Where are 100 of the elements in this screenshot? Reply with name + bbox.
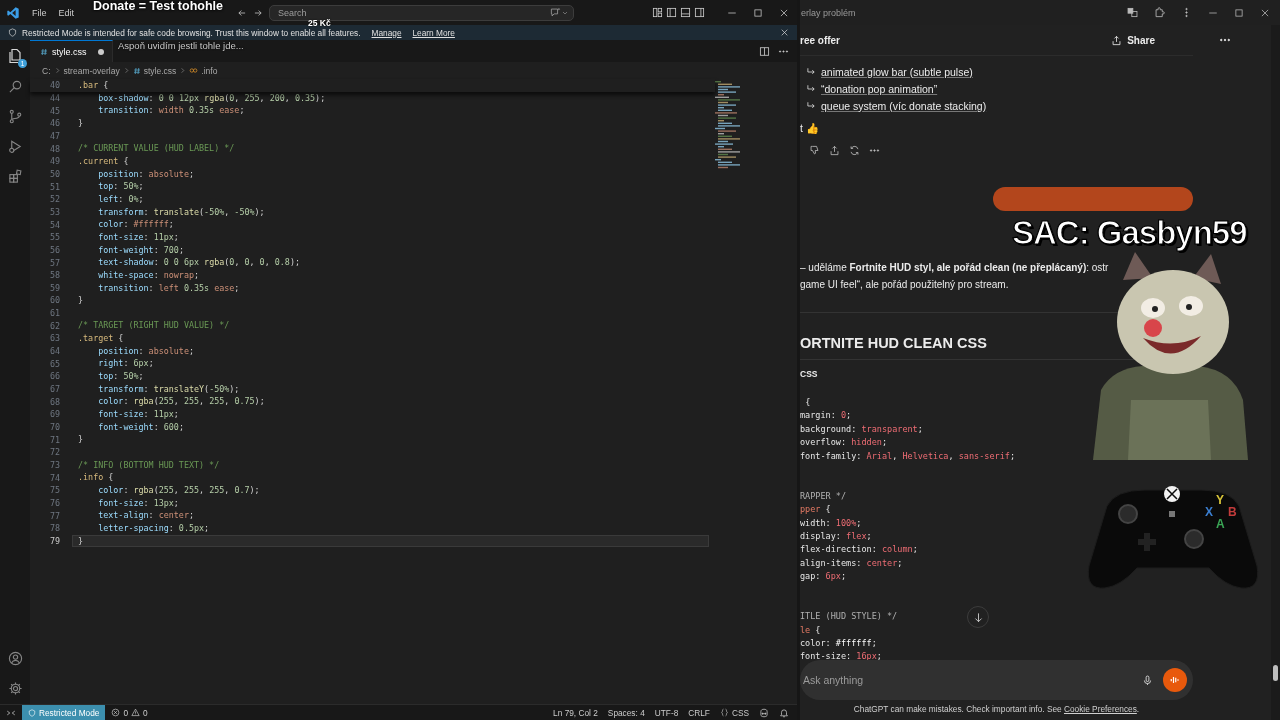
share-icon[interactable]: [829, 145, 840, 156]
menu-item[interactable]: File: [26, 7, 53, 18]
code-line: position: absolute;: [97, 167, 195, 181]
warning-icon: [131, 708, 141, 717]
search-icon[interactable]: [7, 79, 23, 94]
code-line: color: rgba(255, 255, 255, 0.7);: [97, 484, 261, 497]
scrollbar-thumb[interactable]: [1273, 665, 1278, 681]
link[interactable]: “donation pop animation”: [821, 82, 938, 95]
code-line: color: rgba(255, 255, 255, 0.75);: [97, 395, 266, 409]
line-number: 55: [48, 232, 61, 243]
panel-icon[interactable]: [680, 7, 691, 18]
breadcrumb[interactable]: C:: [42, 65, 51, 76]
microphone-icon[interactable]: [1142, 674, 1153, 686]
code-line: font-weight: 700;: [97, 243, 185, 257]
banner-link[interactable]: Learn More: [412, 27, 455, 38]
language-mode-button[interactable]: CSS: [719, 707, 749, 718]
extension-icon[interactable]: [1154, 7, 1165, 18]
line-number: 78: [48, 523, 61, 534]
line-number: 68: [48, 396, 61, 407]
message-paragraph: – uděláme Fortnite HUD styl, ale pořád clean (ne přeplácaný): ostr game UI feel“, ale pořád použitelný pro stream.: [800, 261, 1110, 292]
line-number: 54: [48, 219, 61, 230]
restricted-mode-button[interactable]: Restricted Mode: [22, 705, 106, 720]
code-line: top: 50%;: [97, 180, 145, 193]
cookie-preferences-link[interactable]: Cookie Preferences: [1063, 704, 1137, 714]
code-line: transition: width 0.35s ease;: [97, 104, 246, 117]
code-line: transition: left 0.35s ease;: [97, 281, 241, 295]
split-editor-icon[interactable]: [759, 45, 770, 57]
code-line: overflow: hidden;: [800, 436, 888, 450]
banner-link[interactable]: Manage: [371, 27, 402, 38]
back-arrow-icon[interactable]: [237, 7, 248, 18]
window-title: erlay problém: [801, 7, 856, 18]
code-line: font-size: 11px;: [97, 408, 180, 421]
line-number: 49: [48, 156, 61, 167]
code-line: position: absolute;: [97, 344, 195, 358]
code-language-label: CSS: [800, 368, 819, 380]
problems-button[interactable]: 0 0: [111, 707, 148, 718]
settings-icon[interactable]: [7, 681, 23, 696]
line-number: 63: [48, 333, 61, 344]
code-line: pper {: [800, 503, 831, 517]
input-bar[interactable]: Ask anything: [800, 660, 1193, 700]
code-line: }: [77, 433, 85, 447]
line-number: 53: [48, 206, 61, 217]
menu-item[interactable]: Edit: [52, 7, 81, 18]
code-line: }: [77, 116, 85, 130]
line-number: 52: [48, 194, 61, 205]
close-icon[interactable]: [780, 28, 789, 37]
bell-icon[interactable]: [779, 707, 789, 718]
source-control-icon[interactable]: [7, 109, 23, 124]
shield-icon: [28, 708, 36, 717]
reaction-text: t 👍: [800, 121, 820, 136]
scrollbar[interactable]: [1271, 25, 1280, 720]
primary-sidebar-icon[interactable]: [666, 7, 677, 18]
thumbs-down-icon[interactable]: [809, 145, 820, 156]
maximize-icon[interactable]: [1234, 7, 1244, 18]
code-line: .current {: [77, 154, 130, 168]
message-input[interactable]: Ask anything: [803, 674, 1132, 686]
code-line: /* TARGET (RIGHT HUD VALUE) */: [77, 319, 231, 333]
search-field[interactable]: Search: [278, 7, 551, 18]
editor-tab[interactable]: style.css: [30, 40, 113, 62]
scroll-down-button[interactable]: [967, 606, 989, 628]
code-line: RAPPER */: [800, 489, 847, 503]
code-line: background: transparent;: [800, 422, 923, 436]
link[interactable]: queue system (víc donate stacking): [821, 99, 987, 112]
regenerate-icon[interactable]: [849, 145, 860, 156]
line-number: 67: [48, 384, 61, 395]
line-number: 66: [48, 371, 61, 382]
breadcrumb[interactable]: stream-overlay: [63, 65, 120, 76]
line-number: 65: [48, 358, 61, 369]
link[interactable]: animated glow bar (subtle pulse): [821, 65, 973, 78]
status-item[interactable]: Spaces: 4: [607, 707, 645, 718]
layout-icon[interactable]: [652, 7, 663, 18]
run-debug-icon[interactable]: [7, 139, 23, 154]
code-line: transform: translateY(-50%);: [97, 382, 241, 396]
subscriber-label: SAC: Gasbyn59: [1012, 214, 1247, 252]
extensions-icon[interactable]: [7, 169, 23, 184]
return-arrow-icon: [806, 100, 816, 111]
minimap-drawing[interactable]: [715, 81, 740, 169]
status-item[interactable]: Ln 79, Col 2: [553, 707, 598, 718]
section-heading: ORTNITE HUD CLEAN CSS: [800, 334, 988, 353]
share-button[interactable]: Share: [1107, 32, 1159, 48]
donation-message: Aspoň uvidím jestli tohle jde...: [118, 40, 244, 51]
line-number: 71: [48, 434, 61, 445]
forward-arrow-icon[interactable]: [253, 7, 264, 18]
voice-mode-button[interactable]: [1163, 668, 1187, 692]
breadcrumb[interactable]: style.css: [143, 65, 177, 76]
secondary-sidebar-icon[interactable]: [694, 7, 705, 18]
chevron-right-icon: [53, 67, 61, 74]
close-icon[interactable]: [1260, 7, 1270, 18]
status-item[interactable]: CRLF: [688, 707, 710, 718]
breadcrumb[interactable]: .info: [201, 65, 218, 76]
line-number: 69: [48, 409, 61, 420]
line-number: 59: [48, 282, 61, 293]
translate-icon[interactable]: [1127, 7, 1138, 18]
line-number: 61: [48, 308, 61, 319]
line-number: 47: [48, 130, 61, 141]
account-icon[interactable]: [7, 651, 23, 666]
code-line: width: 100%;: [800, 516, 862, 530]
code-line: {: [804, 396, 811, 409]
button-letter: Y: [1216, 493, 1224, 507]
status-item[interactable]: UTF-8: [654, 707, 679, 718]
